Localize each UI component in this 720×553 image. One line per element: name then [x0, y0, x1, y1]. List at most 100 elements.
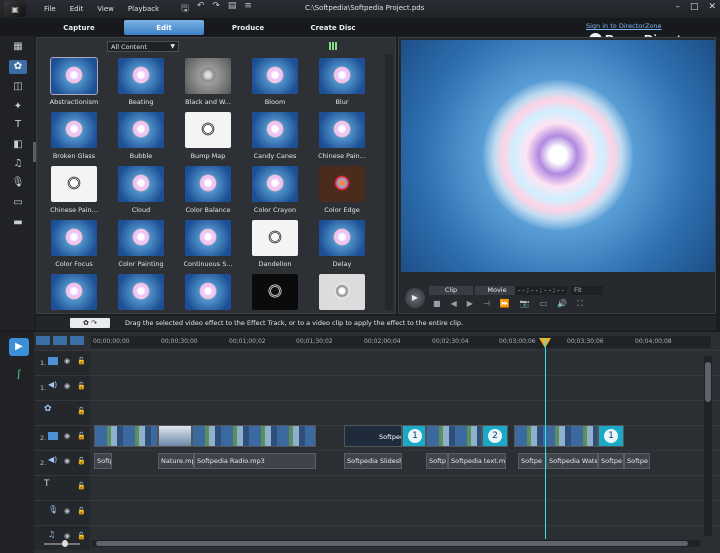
title-room-icon[interactable]: T	[9, 118, 27, 132]
track-visibility-icon[interactable]: ◉	[64, 357, 70, 365]
video-clip[interactable]	[94, 425, 158, 447]
clip-mode-button[interactable]: Clip	[429, 286, 473, 295]
video-clip[interactable]	[158, 425, 192, 447]
track-manager-icon[interactable]	[36, 336, 50, 345]
zoom-knob[interactable]	[62, 540, 68, 547]
menu-edit[interactable]: Edit	[70, 5, 84, 13]
tab-edit[interactable]: Edit	[124, 20, 204, 35]
timeline-view-icon[interactable]: ▶	[9, 338, 29, 356]
playhead-line[interactable]	[545, 339, 546, 539]
audio-mixing-icon[interactable]: ♫	[9, 157, 27, 171]
voice-track[interactable]: 🎙 ◉ 🔓	[34, 500, 720, 525]
volume-icon[interactable]: 🔊	[557, 299, 567, 309]
effect-thumbnail[interactable]: Broken Glass	[41, 112, 107, 164]
undo-icon[interactable]: ↶	[197, 1, 205, 17]
markers-icon[interactable]	[53, 336, 67, 345]
video-clip[interactable]	[402, 425, 426, 447]
menu-playback[interactable]: Playback	[128, 5, 159, 13]
lock-icon[interactable]: 🔓	[77, 407, 86, 415]
audio-clip[interactable]: Softpedia Radio.mp3	[194, 453, 316, 469]
mix-icon[interactable]: ≡	[244, 1, 252, 17]
fullscreen-icon[interactable]: ⛶	[577, 299, 583, 309]
effect-track[interactable]: ✿ 🔓	[34, 400, 720, 425]
view-mode-icon[interactable]	[329, 42, 337, 50]
video-clip[interactable]	[426, 425, 482, 447]
effect-thumbnail[interactable]: Blur	[309, 58, 375, 110]
chapter-room-icon[interactable]: ▭	[9, 196, 27, 210]
audio-clip[interactable]: Softp	[94, 453, 112, 469]
effect-thumbnail[interactable]: Color Painting	[108, 220, 174, 272]
effect-thumbnail[interactable]: Abstractionism	[41, 57, 107, 110]
video-clip[interactable]: Softpedia	[344, 425, 402, 447]
effect-thumbnail[interactable]: Color Edge	[309, 166, 375, 218]
effect-thumbnail[interactable]: Bump Map	[175, 112, 241, 164]
maximize-icon[interactable]: □	[690, 2, 699, 12]
video-clip[interactable]	[482, 425, 508, 447]
lock-icon[interactable]: 🔓	[77, 532, 86, 540]
effect-thumbnail[interactable]: Continuous S...	[175, 220, 241, 272]
effect-thumbnail[interactable]: Color Focus	[41, 220, 107, 272]
effect-thumbnail[interactable]: Color Balance	[175, 166, 241, 218]
movie-mode-button[interactable]: Movie	[475, 286, 519, 295]
video-clip[interactable]	[192, 425, 316, 447]
voice-over-icon[interactable]: 🎙	[9, 176, 27, 190]
minimize-icon[interactable]: –	[675, 2, 680, 12]
timeline-zoom-slider[interactable]	[36, 540, 88, 548]
fit-timeline-icon[interactable]	[70, 336, 84, 345]
fast-forward-icon[interactable]: ⏩	[500, 299, 510, 309]
timeline-hscroll-thumb[interactable]	[96, 541, 688, 546]
transition-room-icon[interactable]: ◧	[9, 138, 27, 152]
video-clip[interactable]	[514, 425, 598, 447]
play-icon[interactable]: ▶	[405, 288, 425, 308]
video-clip[interactable]	[598, 425, 624, 447]
stop-icon[interactable]: ■	[433, 299, 441, 309]
app-icon[interactable]: ▣	[4, 1, 26, 17]
content-filter-select[interactable]: All Content ▼	[107, 41, 179, 52]
video-track-1[interactable]: 1. ◉ 🔓	[34, 350, 720, 375]
display-icon[interactable]: ▭	[540, 299, 548, 309]
audio-clip[interactable]: Softpe	[598, 453, 624, 469]
track-visibility-icon[interactable]: ◉	[64, 432, 70, 440]
menu-file[interactable]: File	[44, 5, 56, 13]
lock-icon[interactable]: 🔓	[77, 382, 86, 390]
effect-thumbnail[interactable]: Dandelion	[242, 220, 308, 272]
lock-icon[interactable]: 🔓	[77, 432, 86, 440]
prev-frame-icon[interactable]: ◀	[451, 299, 457, 309]
track-visibility-icon[interactable]: ◉	[64, 532, 70, 540]
track-visibility-icon[interactable]: ◉	[64, 382, 70, 390]
signin-link[interactable]: Sign in to DirectorZone	[586, 22, 662, 30]
track-visibility-icon[interactable]: ◉	[64, 507, 70, 515]
magic-tool-icon[interactable]: ʃ	[9, 366, 29, 384]
apply-effect-icon[interactable]: ✿ ↷	[70, 318, 110, 328]
next-frame-icon[interactable]: ▶	[467, 299, 473, 309]
split-icon[interactable]: ⊣	[483, 299, 490, 309]
effect-thumbnail[interactable]: Candy Canes	[242, 112, 308, 164]
redo-icon[interactable]: ↷	[212, 1, 220, 17]
lock-icon[interactable]: 🔓	[77, 507, 86, 515]
capture-frame-icon[interactable]: ▤	[228, 1, 237, 17]
timeline-ruler[interactable]: 00;00;00;00 00;00;30;00 00;01;00;02 00;0…	[91, 336, 711, 348]
audio-clip[interactable]: Softp	[426, 453, 448, 469]
effect-thumbnail[interactable]: Chinese Pain...	[309, 112, 375, 164]
particle-room-icon[interactable]: ✦	[9, 100, 27, 114]
tab-capture[interactable]: Capture	[38, 20, 120, 35]
title-track[interactable]: T 🔓	[34, 475, 720, 500]
effect-room-icon[interactable]: ✿	[9, 60, 27, 74]
audio-clip[interactable]: Softpe	[518, 453, 546, 469]
tab-produce[interactable]: Produce	[208, 20, 288, 35]
close-icon[interactable]: ✕	[708, 2, 716, 12]
audio-clip[interactable]: Softpedia Water	[546, 453, 598, 469]
lock-icon[interactable]: 🔓	[77, 482, 86, 490]
snapshot-icon[interactable]: 📷	[520, 299, 530, 309]
save-icon[interactable]: 🖫	[181, 1, 189, 17]
tab-create-disc[interactable]: Create Disc	[292, 20, 374, 35]
library-scrollbar[interactable]	[385, 54, 393, 310]
effect-thumbnail[interactable]: Bubble	[108, 112, 174, 164]
audio-clip[interactable]: Softpe	[624, 453, 650, 469]
zoom-fit-select[interactable]: Fit	[571, 286, 603, 295]
effect-thumbnail[interactable]: Color Crayon	[242, 166, 308, 218]
audio-clip[interactable]: Softpedia text.mp3	[448, 453, 506, 469]
effect-thumbnail[interactable]: Bloom	[242, 58, 308, 110]
menu-view[interactable]: View	[97, 5, 114, 13]
timecode-field[interactable]: - - ; - - ; - - ; - -	[515, 286, 567, 295]
